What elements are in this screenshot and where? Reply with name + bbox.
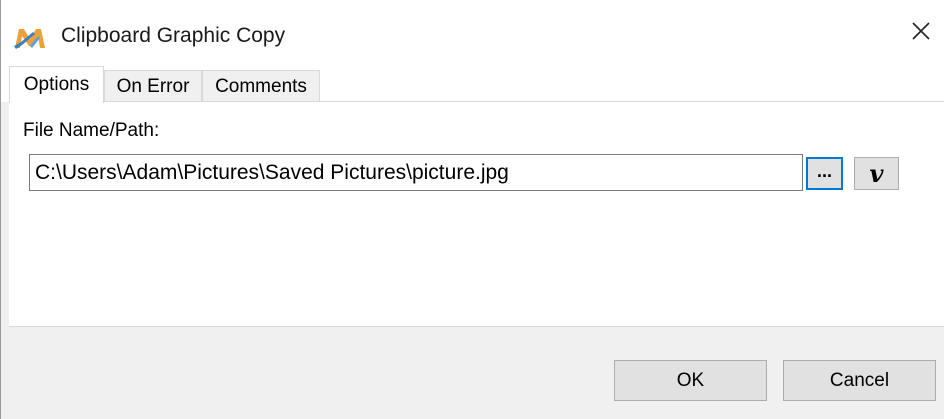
tab-on-error[interactable]: On Error — [104, 70, 202, 102]
close-icon — [911, 21, 931, 46]
tab-comments[interactable]: Comments — [202, 70, 320, 102]
file-path-input[interactable] — [29, 154, 803, 191]
tab-strip: Options On Error Comments — [1, 66, 944, 103]
cancel-button[interactable]: Cancel — [783, 360, 936, 401]
options-panel: File Name/Path: ... v — [9, 101, 944, 327]
close-button[interactable] — [898, 0, 944, 66]
file-path-label: File Name/Path: — [23, 120, 160, 141]
browse-button[interactable]: ... — [806, 157, 843, 190]
dialog-window: Clipboard Graphic Copy Options On Error … — [0, 0, 944, 419]
app-logo-icon — [13, 26, 47, 50]
window-title: Clipboard Graphic Copy — [61, 24, 286, 47]
insert-variable-button[interactable]: v — [854, 157, 899, 190]
ok-button[interactable]: OK — [614, 360, 767, 401]
tab-options[interactable]: Options — [9, 66, 104, 103]
title-bar: Clipboard Graphic Copy — [1, 0, 944, 66]
